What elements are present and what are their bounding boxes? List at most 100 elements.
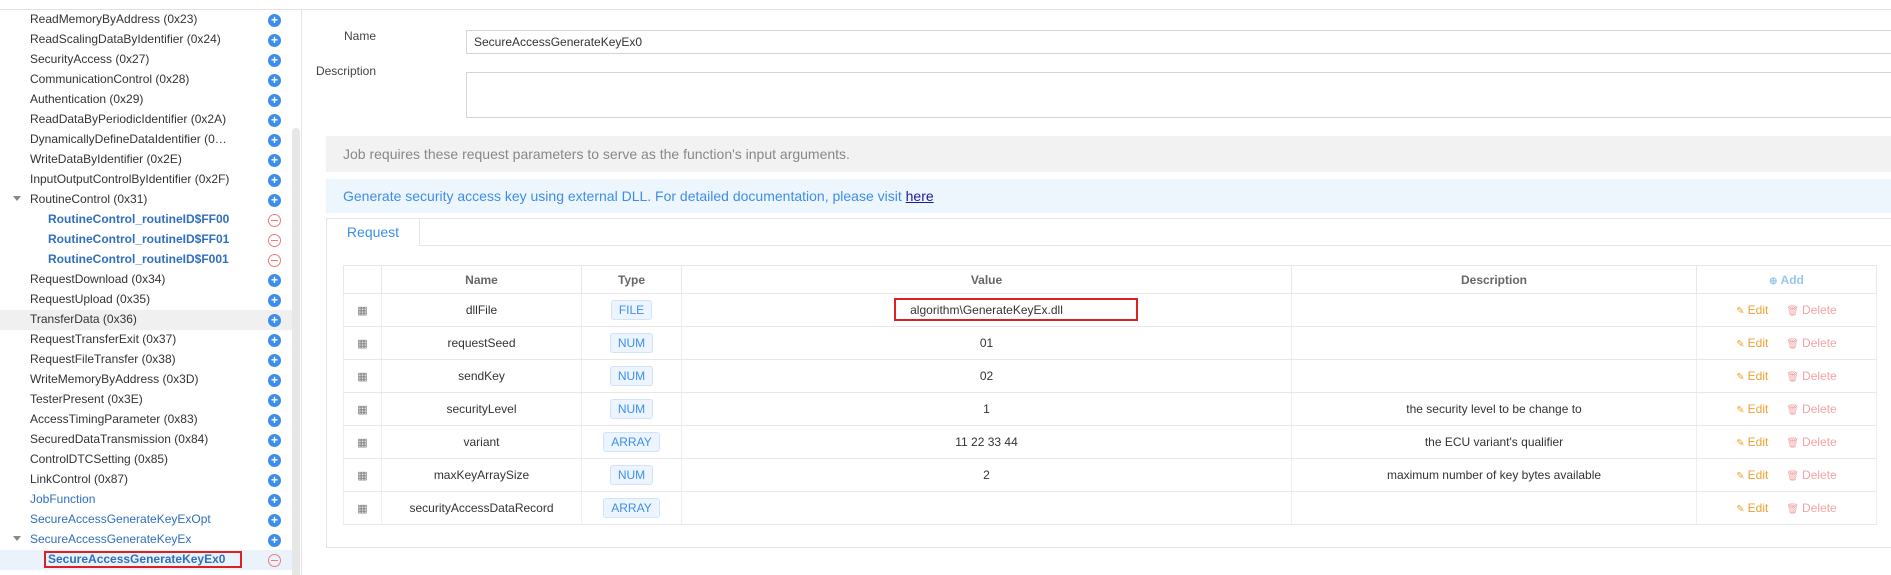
delete-button[interactable]: 🗑 Delete xyxy=(1786,468,1836,482)
remove-node-icon[interactable] xyxy=(268,253,281,267)
add-child-icon[interactable]: + xyxy=(268,153,281,167)
tree-item-label: RoutineControl_routineID$F001 xyxy=(48,251,229,266)
tree-item[interactable]: RoutineControl_routineID$F001 xyxy=(0,250,292,270)
add-child-icon[interactable]: + xyxy=(268,393,281,407)
delete-button[interactable]: 🗑 Delete xyxy=(1786,369,1836,383)
request-params-notice: Job requires these request parameters to… xyxy=(326,136,1891,172)
description-textarea[interactable] xyxy=(466,72,1891,118)
add-row-button[interactable]: ⊕ Add xyxy=(1696,265,1877,294)
add-child-icon[interactable]: + xyxy=(268,73,281,87)
tree-item[interactable]: RequestTransferExit (0x37) + xyxy=(0,330,292,350)
param-value[interactable] xyxy=(681,491,1292,525)
add-child-icon[interactable]: + xyxy=(268,413,281,427)
drag-handle-icon[interactable]: ▦ xyxy=(343,359,382,393)
param-value[interactable]: 02 xyxy=(681,359,1292,393)
add-child-icon[interactable]: + xyxy=(268,313,281,327)
name-input[interactable] xyxy=(466,30,1891,54)
tree-item[interactable]: SecureAccessGenerateKeyEx + xyxy=(0,530,292,550)
tree-item[interactable]: ReadMemoryByAddress (0x23) + xyxy=(0,10,292,30)
delete-button[interactable]: 🗑 Delete xyxy=(1786,336,1836,350)
tree-item[interactable]: RoutineControl_routineID$FF00 xyxy=(0,210,292,230)
delete-button[interactable]: 🗑 Delete xyxy=(1786,303,1836,317)
edit-button[interactable]: ✎ Edit xyxy=(1736,435,1768,449)
type-badge: NUM xyxy=(609,465,654,485)
tree-item[interactable]: LinkControl (0x87) + xyxy=(0,470,292,490)
tree-item[interactable]: RequestDownload (0x34) + xyxy=(0,270,292,290)
tree-item-label: TransferData (0x36) xyxy=(30,311,137,326)
add-child-icon[interactable]: + xyxy=(268,113,281,127)
edit-button[interactable]: ✎ Edit xyxy=(1736,468,1768,482)
tree-item[interactable]: RoutineControl_routineID$FF01 xyxy=(0,230,292,250)
drag-handle-icon[interactable]: ▦ xyxy=(343,392,382,426)
tree-item[interactable]: InputOutputControlByIdentifier (0x2F) + xyxy=(0,170,292,190)
param-value[interactable]: 2 xyxy=(681,458,1292,492)
add-label: Add xyxy=(1780,272,1804,287)
drag-handle-icon[interactable]: ▦ xyxy=(343,326,382,360)
param-value[interactable]: 11 22 33 44 xyxy=(681,425,1292,459)
param-name: requestSeed xyxy=(381,326,582,360)
add-child-icon[interactable]: + xyxy=(268,33,281,47)
drag-handle-icon[interactable]: ▦ xyxy=(343,293,382,327)
remove-node-icon[interactable] xyxy=(268,233,281,247)
add-child-icon[interactable]: + xyxy=(268,193,281,207)
edit-button[interactable]: ✎ Edit xyxy=(1736,303,1768,317)
delete-button[interactable]: 🗑 Delete xyxy=(1786,402,1836,416)
drag-handle-icon[interactable]: ▦ xyxy=(343,491,382,525)
tree-item[interactable]: SecurityAccess (0x27) + xyxy=(0,50,292,70)
edit-button[interactable]: ✎ Edit xyxy=(1736,501,1768,515)
tree-item[interactable]: ReadScalingDataByIdentifier (0x24) + xyxy=(0,30,292,50)
add-child-icon[interactable]: + xyxy=(268,13,281,27)
tree-scrollbar[interactable] xyxy=(292,128,300,575)
tree-item[interactable]: Authentication (0x29) + xyxy=(0,90,292,110)
add-child-icon[interactable]: + xyxy=(268,133,281,147)
tree-item[interactable]: WriteMemoryByAddress (0x3D) + xyxy=(0,370,292,390)
delete-button[interactable]: 🗑 Delete xyxy=(1786,501,1836,515)
add-child-icon[interactable]: + xyxy=(268,93,281,107)
tree-item[interactable]: TransferData (0x36) + xyxy=(0,309,292,330)
caret-down-icon[interactable] xyxy=(13,195,21,201)
param-type-cell: NUM xyxy=(581,326,682,360)
add-child-icon[interactable]: + xyxy=(268,533,281,547)
tree-item[interactable]: TesterPresent (0x3E) + xyxy=(0,390,292,410)
param-value[interactable]: 01 xyxy=(681,326,1292,360)
edit-button[interactable]: ✎ Edit xyxy=(1736,402,1768,416)
remove-node-icon[interactable] xyxy=(268,213,281,227)
param-description xyxy=(1291,293,1697,327)
edit-button[interactable]: ✎ Edit xyxy=(1736,336,1768,350)
tree-item[interactable]: ControlDTCSetting (0x85) + xyxy=(0,450,292,470)
delete-button[interactable]: 🗑 Delete xyxy=(1786,435,1836,449)
drag-handle-icon[interactable]: ▦ xyxy=(343,425,382,459)
add-child-icon[interactable]: + xyxy=(268,433,281,447)
tree-item[interactable]: RoutineControl (0x31) + xyxy=(0,190,292,210)
tree-item[interactable]: RequestUpload (0x35) + xyxy=(0,290,292,310)
add-child-icon[interactable]: + xyxy=(268,473,281,487)
drag-handle-icon[interactable]: ▦ xyxy=(343,458,382,492)
edit-button[interactable]: ✎ Edit xyxy=(1736,369,1768,383)
tree-item[interactable]: WriteDataByIdentifier (0x2E) + xyxy=(0,150,292,170)
add-child-icon[interactable]: + xyxy=(268,373,281,387)
add-child-icon[interactable]: + xyxy=(268,353,281,367)
add-child-icon[interactable]: + xyxy=(268,293,281,307)
add-child-icon[interactable]: + xyxy=(268,493,281,507)
caret-down-icon[interactable] xyxy=(13,535,21,541)
tree-item[interactable]: SecuredDataTransmission (0x84) + xyxy=(0,430,292,450)
tree-item[interactable]: RequestFileTransfer (0x38) + xyxy=(0,350,292,370)
tree-item[interactable]: DynamicallyDefineDataIdentifier (0… + xyxy=(0,130,292,150)
documentation-link[interactable]: here xyxy=(906,188,934,204)
tab-request[interactable]: Request xyxy=(327,219,420,246)
add-child-icon[interactable]: + xyxy=(268,513,281,527)
tree-item-label: ControlDTCSetting (0x85) xyxy=(30,451,169,466)
tree-item[interactable]: AccessTimingParameter (0x83) + xyxy=(0,410,292,430)
param-value[interactable]: 1 xyxy=(681,392,1292,426)
tree-item[interactable]: JobFunction + xyxy=(0,490,292,510)
tree-item[interactable]: ReadDataByPeriodicIdentifier (0x2A) + xyxy=(0,110,292,130)
add-child-icon[interactable]: + xyxy=(268,53,281,67)
tree-item[interactable]: CommunicationControl (0x28) + xyxy=(0,70,292,90)
add-child-icon[interactable]: + xyxy=(268,333,281,347)
tree-item[interactable]: SecureAccessGenerateKeyExOpt + xyxy=(0,510,292,530)
remove-node-icon[interactable] xyxy=(268,553,281,567)
add-child-icon[interactable]: + xyxy=(268,173,281,187)
add-child-icon[interactable]: + xyxy=(268,453,281,467)
tree-item-label: TesterPresent (0x3E) xyxy=(30,391,143,406)
add-child-icon[interactable]: + xyxy=(268,273,281,287)
